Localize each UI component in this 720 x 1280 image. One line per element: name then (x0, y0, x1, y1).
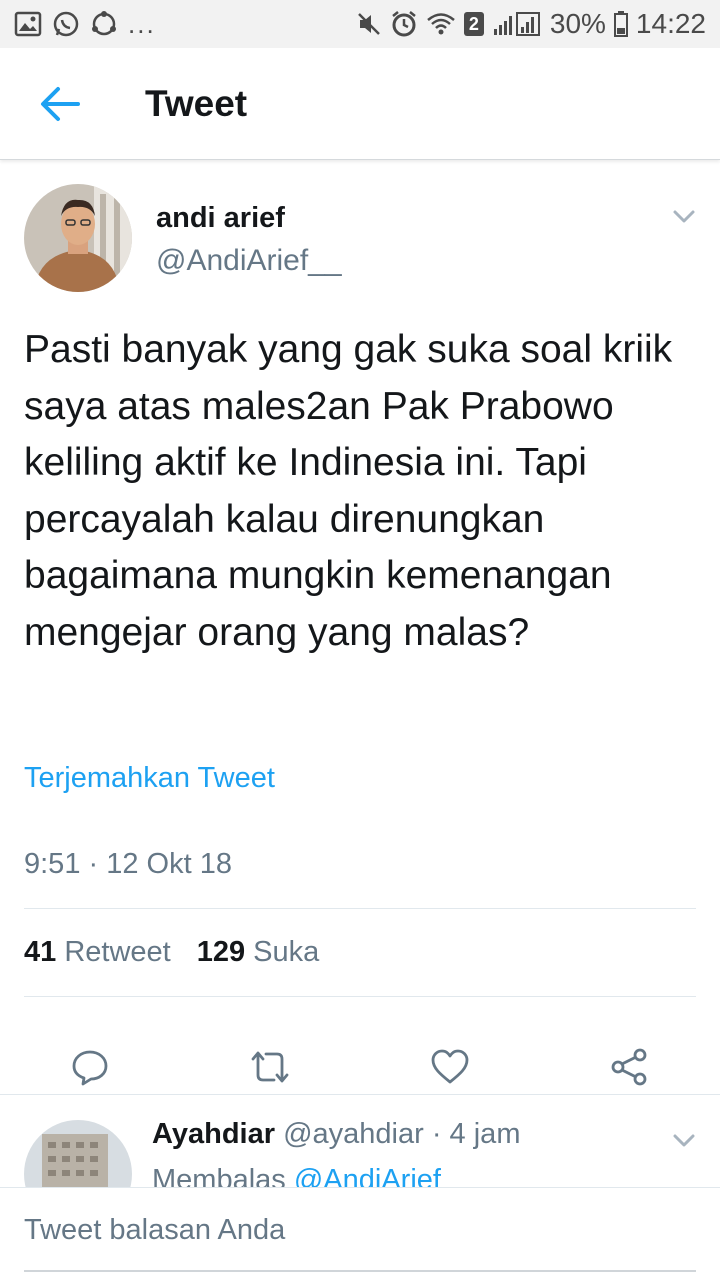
reply-author-handle[interactable]: @ayahdiar (283, 1118, 424, 1150)
battery-percent: 30% (549, 8, 606, 39)
retweet-count-stat[interactable]: 41 Retweet (24, 936, 171, 969)
reply-author-avatar[interactable] (24, 1120, 132, 1187)
author-avatar[interactable] (24, 184, 132, 292)
tweet-stats: 41 Retweet 129 Suka (24, 936, 319, 969)
divider (24, 996, 696, 997)
tweet-timestamp: 9:51 · 12 Okt 18 (24, 848, 232, 880)
reply-icon (72, 1050, 108, 1086)
alarm-icon (390, 10, 418, 38)
gallery-icon (14, 11, 42, 37)
translate-tweet-link[interactable]: Terjemahkan Tweet (24, 762, 275, 795)
signal-icon (492, 11, 542, 37)
heart-icon (431, 1049, 469, 1084)
sync-icon (90, 10, 118, 38)
replying-to-mention[interactable]: @AndiArief__ (294, 1164, 473, 1187)
retweet-label: Retweet (64, 936, 171, 968)
mute-icon (356, 11, 382, 37)
sim-badge: 2 (463, 12, 484, 36)
retweet-icon (251, 1051, 289, 1083)
page-title: Tweet (145, 82, 248, 124)
back-button[interactable] (30, 74, 90, 134)
author-name[interactable]: andi arief (156, 202, 285, 235)
like-count-stat[interactable]: 129 Suka (197, 936, 320, 969)
status-bar: ... 2 30% 14:22 (0, 0, 720, 48)
sim-badge-label: 2 (468, 13, 479, 34)
retweet-count: 41 (24, 936, 57, 968)
whatsapp-icon (52, 10, 80, 38)
reply-header: Ayahdiar @ayahdiar · 4 jam (152, 1118, 520, 1151)
app-bar: Tweet (0, 48, 720, 160)
more-notifications-indicator: ... (128, 8, 156, 39)
author-handle[interactable]: @AndiArief__ (156, 244, 342, 278)
chevron-down-icon (673, 1134, 695, 1147)
divider (24, 908, 696, 909)
clock: 14:22 (635, 8, 706, 39)
section-divider (0, 1094, 720, 1095)
chevron-down-icon (673, 210, 695, 223)
reply-author-name[interactable]: Ayahdiar (152, 1118, 275, 1150)
share-icon (611, 1048, 647, 1086)
reply-compose-bar: Tweet balasan Anda (0, 1187, 720, 1280)
back-arrow-icon (41, 86, 80, 121)
reply-item[interactable]: Ayahdiar @ayahdiar · 4 jam Membalas @And… (0, 1096, 720, 1187)
reply-input[interactable]: Tweet balasan Anda (24, 1214, 696, 1247)
input-underline (24, 1270, 696, 1272)
like-label: Suka (253, 936, 320, 968)
reply-menu-button[interactable] (670, 1126, 698, 1154)
tweet-menu-button[interactable] (670, 202, 698, 230)
battery-icon (613, 11, 628, 37)
reply-time: · 4 jam (431, 1118, 521, 1150)
tweet-text: Pasti banyak yang gak suka soal kriik sa… (24, 328, 673, 654)
like-count: 129 (196, 936, 246, 968)
wifi-icon (426, 11, 456, 37)
replying-to-label: Membalas (152, 1164, 286, 1187)
replying-to: Membalas @AndiArief__ (152, 1164, 473, 1187)
